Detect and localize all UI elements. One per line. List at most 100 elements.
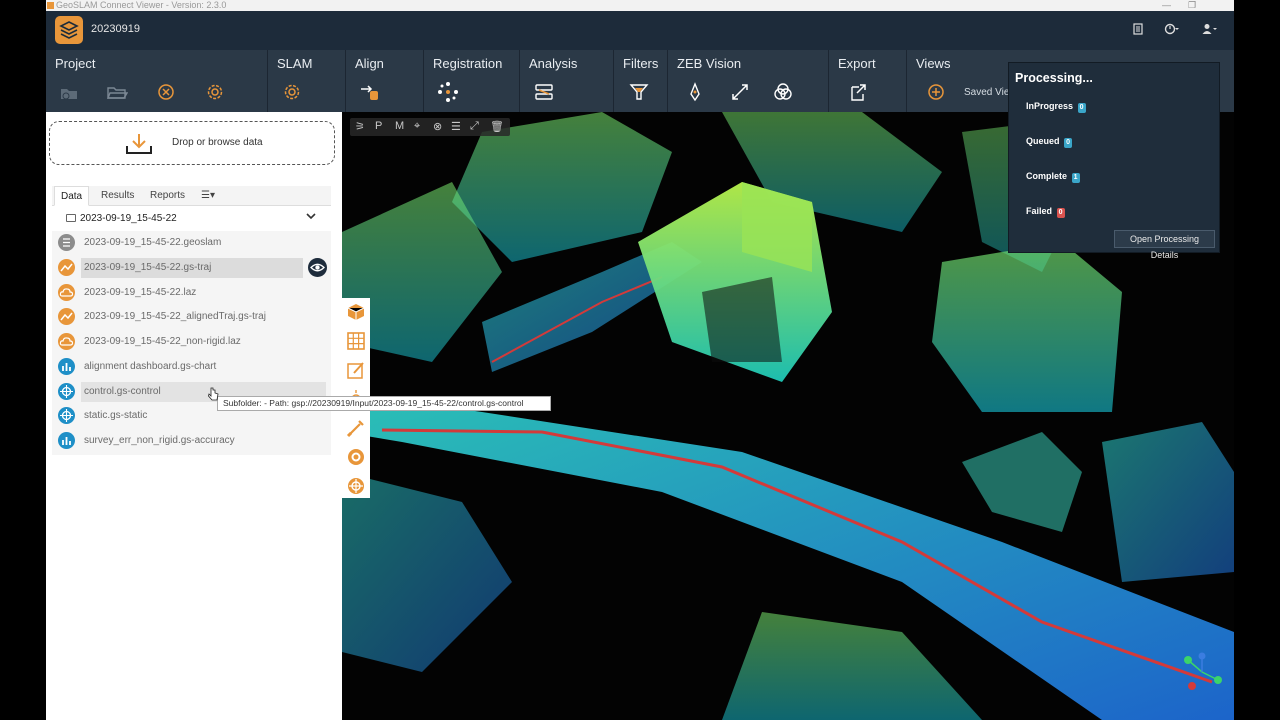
- ribbon-group-label: Filters: [623, 56, 659, 71]
- tab-menu[interactable]: ☰▾: [195, 186, 221, 206]
- data-side-panel: Drop or browse data Data Results Reports…: [46, 112, 342, 720]
- project-name: 20230919: [91, 23, 140, 35]
- ribbon-group-zeb-vision: ZEB Vision: [668, 50, 829, 112]
- list-item[interactable]: 2023-09-19_15-45-22_alignedTraj.gs-traj: [52, 305, 331, 329]
- list-item[interactable]: survey_err_non_rigid.gs-accuracy: [52, 429, 331, 453]
- list-item[interactable]: alignment dashboard.gs-chart: [52, 355, 331, 379]
- ribbon-group-analysis: Analysis: [520, 50, 614, 112]
- app-header: 20230919: [46, 11, 1234, 50]
- add-view-icon[interactable]: [925, 81, 947, 103]
- ribbon-group-label: Analysis: [529, 56, 578, 71]
- expand-icon[interactable]: ⤢: [470, 120, 479, 133]
- edit-box-icon[interactable]: [346, 360, 366, 380]
- ribbon-group-label: Views: [916, 56, 951, 71]
- ribbon-group-label: Align: [355, 56, 384, 71]
- point-tool-button[interactable]: P: [375, 120, 382, 132]
- document-icon[interactable]: [1133, 23, 1143, 38]
- file-label: 2023-09-19_15-45-22.gs-traj: [81, 258, 303, 278]
- status-badge: 0: [1064, 138, 1073, 148]
- visibility-eye-icon[interactable]: [308, 258, 327, 277]
- measure-icon[interactable]: [729, 81, 751, 103]
- align-icon[interactable]: [359, 81, 381, 103]
- status-badge: 0: [1077, 103, 1086, 113]
- user-dropdown-icon[interactable]: [1202, 23, 1218, 38]
- ribbon-group-align: Align: [346, 50, 424, 112]
- processing-panel: Processing... InProgress 0 Queued 0 Comp…: [1008, 62, 1220, 260]
- ribbon-group-registration: Registration: [424, 50, 520, 112]
- project-settings-icon[interactable]: [204, 81, 226, 103]
- location-pin-icon[interactable]: ⌖: [414, 120, 420, 133]
- tab-reports[interactable]: Reports: [144, 186, 191, 206]
- trajectory-icon: [58, 259, 75, 276]
- export-icon[interactable]: [847, 81, 869, 103]
- filter-icon[interactable]: [628, 81, 650, 103]
- ribbon-group-label: Registration: [433, 56, 503, 71]
- list-item[interactable]: 2023-09-19_15-45-22.gs-traj: [52, 256, 331, 280]
- list-icon[interactable]: ☰: [451, 120, 461, 133]
- colorize-icon[interactable]: [772, 81, 794, 103]
- close-circle-icon[interactable]: ⊗: [433, 120, 442, 133]
- list-item[interactable]: 2023-09-19_15-45-22.geoslam: [52, 231, 331, 255]
- minimize-icon[interactable]: —: [1162, 0, 1171, 11]
- measure-tool-button[interactable]: M: [395, 120, 404, 132]
- crosshair-target-icon[interactable]: [346, 476, 366, 496]
- panel-tabs: Data Results Reports ☰▾: [52, 186, 331, 206]
- chevron-down-icon[interactable]: [306, 211, 316, 223]
- ribbon-group-project: Project: [46, 50, 268, 112]
- app-logo-icon: [47, 2, 54, 9]
- crosshair-icon: [58, 407, 75, 424]
- ribbon-group-slam: SLAM: [268, 50, 346, 112]
- analysis-icon[interactable]: [533, 81, 555, 103]
- open-processing-details-button[interactable]: Open Processing Details: [1114, 230, 1215, 260]
- ribbon-group-label: Export: [838, 56, 876, 71]
- ribbon-group-filters: Filters: [614, 50, 668, 112]
- cloud-icon: [58, 333, 75, 350]
- trash-icon[interactable]: 🗑: [490, 120, 504, 133]
- trajectory-icon: [58, 308, 75, 325]
- geoslam-logo[interactable]: [55, 16, 83, 44]
- ribbon-group-label: SLAM: [277, 56, 313, 71]
- file-label: 2023-09-19_15-45-22_non-rigid.laz: [84, 336, 241, 347]
- file-label: 2023-09-19_15-45-22.laz: [84, 287, 197, 298]
- file-label: static.gs-static: [84, 410, 148, 421]
- history-dropdown-icon[interactable]: [1164, 23, 1180, 38]
- crosshair-icon: [58, 383, 75, 400]
- open-folder-icon[interactable]: [106, 81, 129, 103]
- path-tooltip: Subfolder: - Path: gsp://20230919/Input/…: [217, 396, 551, 411]
- chart-icon: [58, 432, 75, 449]
- file-label: 2023-09-19_15-45-22.geoslam: [84, 237, 222, 248]
- grid-icon[interactable]: [346, 331, 366, 351]
- title-bar: GeoSLAM Connect Viewer - Version: 2.3.0 …: [46, 0, 1234, 11]
- saved-views-dropdown[interactable]: Saved Vie: [964, 87, 1009, 98]
- folder-row[interactable]: 2023-09-19_15-45-22: [52, 209, 331, 229]
- chart-icon: [58, 358, 75, 375]
- list-item[interactable]: 2023-09-19_15-45-22.laz: [52, 281, 331, 305]
- target-icon[interactable]: [346, 447, 366, 467]
- new-project-icon[interactable]: [58, 81, 80, 103]
- mouse-cursor-icon: [208, 387, 219, 406]
- status-label: Complete: [1026, 171, 1068, 181]
- pen-tool-icon[interactable]: [684, 81, 706, 103]
- drop-zone-label: Drop or browse data: [172, 137, 263, 148]
- file-list: 2023-09-19_15-45-22.geoslam 2023-09-19_1…: [52, 231, 331, 455]
- file-label: alignment dashboard.gs-chart: [84, 361, 217, 372]
- tab-results[interactable]: Results: [95, 186, 140, 206]
- status-label: InProgress: [1026, 101, 1074, 111]
- status-badge: 1: [1071, 173, 1080, 183]
- ribbon-group-label: Project: [55, 56, 96, 71]
- tab-data[interactable]: Data: [54, 186, 90, 206]
- viewer-toolbar: ⚞ P M ⌖ ⊗ ☰ ⤢ 🗑: [350, 118, 510, 136]
- maximize-icon[interactable]: ❐: [1188, 0, 1196, 11]
- status-row-queued: Queued 0: [1026, 136, 1073, 148]
- cube-view-icon[interactable]: [346, 302, 366, 322]
- brush-icon[interactable]: [346, 418, 366, 438]
- slam-settings-icon[interactable]: [281, 81, 303, 103]
- folder-label: 2023-09-19_15-45-22: [80, 213, 177, 224]
- list-item[interactable]: 2023-09-19_15-45-22_non-rigid.laz: [52, 330, 331, 354]
- ribbon-group-label: ZEB Vision: [677, 56, 742, 71]
- registration-icon[interactable]: [437, 81, 459, 103]
- close-project-icon[interactable]: [155, 81, 177, 103]
- drop-zone[interactable]: Drop or browse data: [49, 121, 335, 165]
- nodes-icon[interactable]: ⚞: [355, 120, 365, 133]
- cloud-icon: [58, 284, 75, 301]
